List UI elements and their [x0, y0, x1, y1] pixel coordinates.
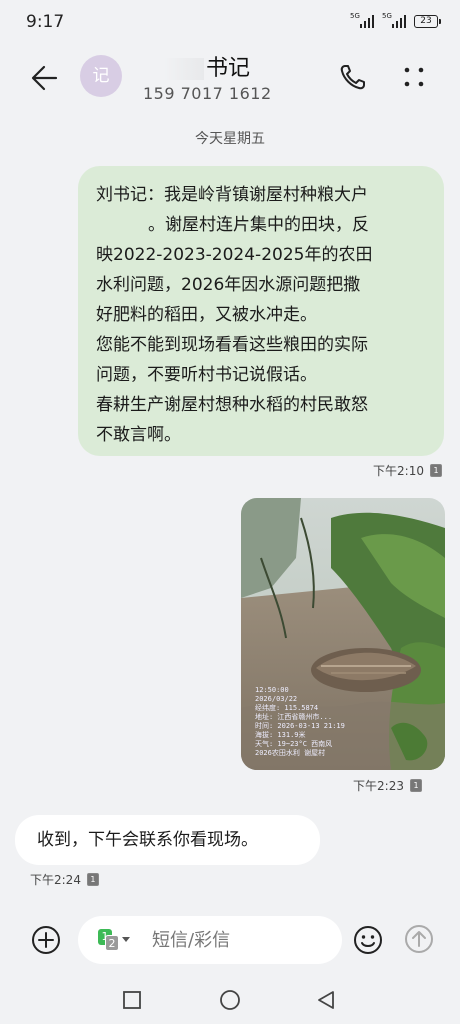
circle-icon [220, 990, 240, 1010]
message-line: 您能不能到现场看看这些粮田的实际 [96, 335, 368, 355]
status-bar: 9:17 5G 5G 23 [0, 0, 460, 44]
message-composer: 1 2 [0, 904, 460, 978]
contact-phone: 159 7017 1612 [143, 84, 272, 103]
message-timestamp: 下午2:24 1 [30, 871, 99, 888]
message-line: 映2022-2023-2024-2025年的农田 [96, 245, 373, 265]
message-time: 下午2:24 [30, 873, 81, 887]
message-timestamp: 下午2:23 1 [353, 777, 422, 794]
chevron-down-icon [122, 937, 130, 942]
more-button[interactable] [397, 60, 431, 94]
message-input[interactable] [152, 916, 332, 964]
watermark-line: 经纬度: 115.5874 [255, 704, 319, 712]
watermark-line: 天气: 19~23°C 西南风 [255, 740, 333, 748]
contact-name-text: 书记 [205, 56, 250, 81]
phone-icon [340, 65, 365, 90]
outgoing-message-bubble[interactable]: 刘书记：我是岭背镇谢屋村种粮大户 。谢屋村连片集中的田块，反 映2022-202… [78, 166, 444, 456]
message-line: 好肥料的稻田，又被水冲走。 [96, 305, 317, 325]
network-type-1: 5G [350, 12, 360, 20]
message-time: 下午2:10 [373, 464, 424, 478]
add-attachment-button[interactable] [30, 924, 62, 956]
conversation-header: 记 书记 159 7017 1612 [0, 44, 460, 114]
message-input-wrapper[interactable]: 1 2 [78, 916, 342, 964]
more-dots-icon [404, 67, 424, 87]
triangle-back-icon [318, 991, 334, 1009]
back-arrow-icon [31, 65, 58, 91]
battery-icon: 23 [414, 14, 441, 28]
emoji-icon [354, 926, 382, 954]
photo-watermark: 12:50:00 2026/03/22 经纬度: 115.5874 地址: 江西… [255, 686, 345, 758]
message-line: 。谢屋村连片集中的田块，反 [96, 210, 430, 240]
network-type-2: 5G [382, 12, 392, 20]
status-time: 9:17 [26, 12, 65, 32]
nav-back-button[interactable] [314, 988, 338, 1012]
message-line: 问题，不要听村书记说假话。 [96, 365, 317, 385]
watermark-line: 地址: 江西省赣州市... [255, 713, 333, 721]
contact-name[interactable]: 书记 [140, 50, 250, 82]
message-line: 水利问题，2026年因水源问题把撒 [96, 275, 361, 295]
image-message[interactable]: 12:50:00 2026/03/22 经纬度: 115.5874 地址: 江西… [241, 498, 445, 770]
message-line-text: 。谢屋村连片集中的田块，反 [148, 215, 369, 235]
incoming-message-bubble[interactable]: 收到，下午会联系你看现场。 [15, 815, 320, 865]
message-time: 下午2:23 [353, 779, 404, 793]
message-line: 不敢言啊。 [96, 425, 181, 445]
send-button[interactable] [404, 924, 434, 954]
watermark-line: 时间: 2026-03-13 21:19 [255, 722, 345, 730]
status-icons: 5G 5G 23 [350, 12, 441, 28]
watermark-line: 12:50:00 [255, 686, 289, 694]
sim-switch-button[interactable]: 1 2 [96, 929, 130, 951]
home-button[interactable] [218, 988, 242, 1012]
sim-card-icon: 1 [410, 779, 422, 792]
signal-icon-2: 5G [382, 12, 406, 28]
emoji-button[interactable] [352, 924, 384, 956]
sim-card-icon: 1 [430, 464, 442, 477]
recent-apps-button[interactable] [120, 988, 144, 1012]
message-line: 刘书记：我是岭背镇谢屋村种粮大户 [96, 185, 368, 205]
watermark-line: 海拔: 131.9米 [255, 731, 306, 739]
message-line: 春耕生产谢屋村想种水稻的村民敢怒 [96, 395, 368, 415]
square-icon [123, 991, 141, 1009]
watermark-line: 2026/03/22 [255, 695, 298, 703]
redacted-name-part [163, 58, 204, 80]
watermark-line: 2026农田水利 谢屋村 [255, 749, 326, 757]
call-button[interactable] [336, 60, 370, 94]
message-timestamp: 下午2:10 1 [373, 462, 442, 479]
sim-card-icon: 1 [86, 873, 99, 886]
send-arrow-icon [405, 925, 433, 953]
sim-2-icon: 2 [105, 935, 119, 951]
signal-icon-1: 5G [350, 12, 374, 28]
avatar[interactable]: 记 [80, 55, 122, 97]
back-button[interactable] [26, 58, 66, 98]
add-circle-icon [32, 926, 60, 954]
date-divider: 今天星期五 [195, 131, 265, 147]
system-navigation-bar [0, 978, 460, 1024]
